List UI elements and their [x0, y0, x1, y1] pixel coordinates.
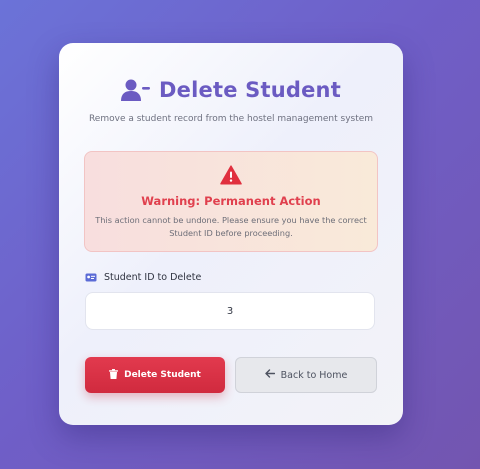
warning-triangle-icon	[220, 165, 242, 185]
warning-message: This action cannot be undone. Please ens…	[95, 215, 367, 238]
warning-box: Warning: Permanent Action This action ca…	[84, 151, 378, 252]
title-row: Delete Student	[59, 78, 403, 102]
student-id-input[interactable]: 3	[85, 292, 375, 330]
delete-student-card: Delete Student Remove a student record f…	[59, 43, 403, 425]
warning-title: Warning: Permanent Action	[141, 194, 321, 208]
delete-student-button[interactable]: Delete Student	[85, 357, 225, 393]
arrow-left-icon	[264, 369, 275, 381]
page-subtitle: Remove a student record from the hostel …	[88, 114, 374, 124]
student-id-label-text: Student ID to Delete	[104, 272, 202, 283]
user-minus-icon	[121, 78, 151, 102]
student-id-label: Student ID to Delete	[85, 272, 201, 283]
page-title: Delete Student	[159, 78, 341, 102]
back-to-home-button[interactable]: Back to Home	[235, 357, 377, 393]
back-button-label: Back to Home	[280, 369, 348, 381]
id-card-icon	[85, 273, 97, 282]
trash-icon	[109, 368, 119, 382]
delete-button-label: Delete Student	[124, 370, 201, 380]
